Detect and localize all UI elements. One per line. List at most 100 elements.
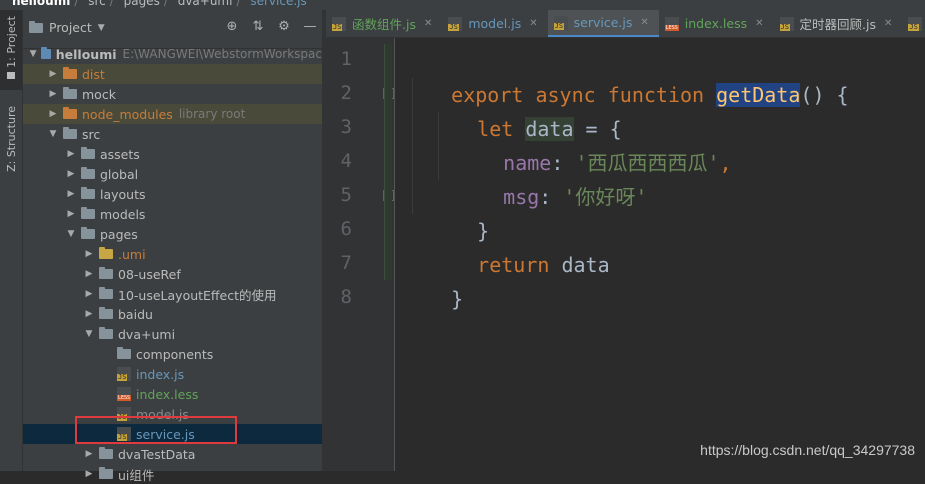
editor-tab-label: service.js: [573, 15, 633, 30]
code-line-3: name: '西瓜西西西瓜',: [455, 112, 731, 175]
breadcrumb-item[interactable]: pages: [124, 0, 160, 8]
chevron-right-icon[interactable]: ▶: [83, 269, 95, 279]
tree-item[interactable]: ▶ dist: [23, 64, 322, 84]
chevron-right-icon[interactable]: ▶: [65, 189, 77, 199]
tree-item-label: src: [82, 126, 101, 142]
code-text: ,: [719, 151, 732, 175]
chevron-right-icon[interactable]: ▶: [83, 309, 95, 319]
chevron-right-icon[interactable]: ▶: [83, 449, 95, 459]
chevron-right-icon[interactable]: ▶: [65, 149, 77, 159]
editor-tab[interactable]: 定时器回顾.js ✕: [774, 10, 903, 37]
variable: data: [561, 253, 610, 277]
breadcrumb-item[interactable]: helloumi: [12, 0, 70, 8]
close-icon[interactable]: ✕: [884, 18, 892, 29]
tree-item[interactable]: ▼ src: [23, 124, 322, 144]
chevron-right-icon[interactable]: ▶: [65, 169, 77, 179]
folder-icon: [99, 307, 113, 319]
editor-tab-label: model.js: [468, 16, 522, 31]
editor-tab[interactable]: service.js ✕: [547, 10, 659, 37]
collapse-all-icon[interactable]: ⇅: [250, 19, 266, 34]
chevron-right-icon[interactable]: ▶: [83, 289, 95, 299]
folder-icon: [81, 187, 95, 199]
editor-tab[interactable]: model.js ✕: [442, 10, 547, 37]
folder-icon: [63, 107, 77, 119]
folder-icon: [41, 47, 51, 59]
hide-icon[interactable]: —: [302, 19, 318, 34]
js-file-icon: [448, 16, 463, 31]
breadcrumb-item[interactable]: src: [88, 0, 106, 8]
breadcrumb-current[interactable]: service.js: [250, 0, 306, 8]
folder-icon: [63, 67, 77, 79]
editor-tab-label: 函数组件.js: [352, 17, 416, 32]
close-icon[interactable]: ✕: [424, 18, 432, 29]
chevron-right-icon[interactable]: ▶: [83, 249, 95, 259]
chevron-right-icon[interactable]: ▶: [47, 109, 59, 119]
tree-item[interactable]: ▶ layouts: [23, 184, 322, 204]
close-icon[interactable]: ✕: [755, 18, 763, 29]
code-area[interactable]: export async function getData() { let da…: [403, 38, 849, 311]
chevron-down-icon[interactable]: ▼: [83, 329, 95, 339]
tree-item[interactable]: ▶ assets: [23, 144, 322, 164]
js-file-icon: [117, 367, 131, 381]
tree-item[interactable]: ▶ global: [23, 164, 322, 184]
tree-item[interactable]: ▶ 08-useRef: [23, 264, 322, 284]
tool-tab-structure-label: Z: Structure: [4, 106, 18, 172]
breadcrumb-item[interactable]: dva+umi: [178, 0, 233, 8]
keyword: function: [607, 83, 705, 107]
tree-item-label: global: [100, 166, 139, 182]
code-line-7: }: [403, 248, 463, 311]
tool-tab-project[interactable]: 1: Project: [0, 10, 22, 90]
tree-item-label: helloumi: [55, 46, 117, 62]
editor-tab[interactable]: dva+u: [902, 10, 925, 37]
tree-item[interactable]: ▼ dva+umi: [23, 324, 322, 344]
editor-tab-label: index.less: [684, 16, 748, 31]
tree-item[interactable]: components: [23, 344, 322, 364]
close-icon[interactable]: ✕: [529, 18, 537, 29]
tree-item[interactable]: ▶ node_modules library root: [23, 104, 322, 124]
tree-item-label: models: [100, 206, 146, 222]
code-line-6: return data: [429, 214, 609, 277]
tree-item-label: baidu: [118, 306, 153, 322]
tree-item[interactable]: ▶ models: [23, 204, 322, 224]
folder-icon: [63, 87, 77, 99]
js-file-icon: [779, 16, 794, 31]
folder-icon: [99, 327, 113, 339]
tree-item[interactable]: index.less: [23, 384, 322, 404]
locate-icon[interactable]: ⊕: [224, 19, 240, 34]
highlight-annotation: [75, 416, 237, 444]
tree-item[interactable]: index.js: [23, 364, 322, 384]
tree-item-annotation: library root: [178, 107, 246, 121]
folder-icon: [117, 347, 131, 359]
chevron-right-icon[interactable]: ▶: [65, 209, 77, 219]
gear-icon[interactable]: ⚙: [276, 19, 292, 34]
tree-item[interactable]: ▼ helloumi E:\WANGWEI\WebstormWorkspac: [23, 44, 322, 64]
chevron-down-icon[interactable]: ▼: [29, 49, 37, 59]
tree-item-label: index.js: [136, 366, 185, 382]
line-number: 8: [340, 286, 352, 308]
tree-item[interactable]: ▶ mock: [23, 84, 322, 104]
tree-item[interactable]: ▶ .umi: [23, 244, 322, 264]
tool-window-strip: 1: Project Z: Structure: [0, 10, 23, 471]
tree-item-label: components: [136, 346, 214, 362]
change-marker: [384, 44, 392, 280]
chevron-down-icon[interactable]: ▼: [65, 229, 77, 239]
tool-tab-structure[interactable]: Z: Structure: [0, 106, 22, 196]
tree-item[interactable]: ▶ 10-useLayoutEffect的使用: [23, 284, 322, 304]
folder-icon: [81, 167, 95, 179]
tree-item-label: layouts: [100, 186, 146, 202]
project-panel: Project ▼ ⊕ ⇅ ⚙ — ▼ helloumi E:\WANGWEI\We…: [23, 10, 322, 483]
editor-tab[interactable]: 函数组件.js ✕: [326, 10, 442, 37]
close-icon[interactable]: ✕: [640, 17, 648, 28]
tree-item-annotation: E:\WANGWEI\WebstormWorkspac: [122, 47, 322, 61]
chevron-right-icon[interactable]: ▶: [47, 89, 59, 99]
project-view-selector[interactable]: Project ▼: [29, 20, 105, 35]
tree-item-label: 10-useLayoutEffect的使用: [118, 287, 277, 303]
tree-item[interactable]: ▶ dvaTestData: [23, 444, 322, 464]
chevron-down-icon[interactable]: ▼: [47, 129, 59, 139]
chevron-right-icon[interactable]: ▶: [47, 69, 59, 79]
less-file-icon: [664, 16, 679, 31]
editor-tab[interactable]: index.less ✕: [659, 10, 774, 37]
tree-item[interactable]: ▶ baidu: [23, 304, 322, 324]
tree-item[interactable]: ▶ ui组件: [23, 464, 322, 484]
tree-item[interactable]: ▼ pages: [23, 224, 322, 244]
